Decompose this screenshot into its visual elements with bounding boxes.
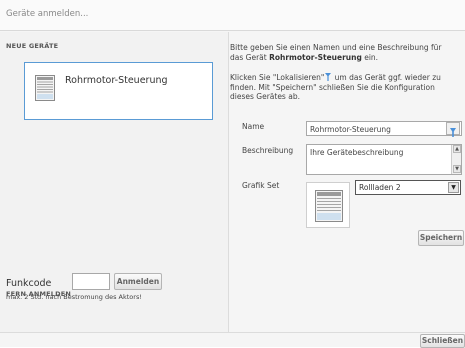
register-button[interactable]: Anmelden (114, 273, 162, 290)
new-devices-heading: NEUE GERÄTE (6, 42, 59, 50)
device-card[interactable]: Rohrmotor-Steuerung (24, 62, 213, 120)
radio-code-input[interactable] (72, 273, 110, 290)
remote-register-note: max. 2 Std. nach Bestromung des Aktors! (6, 293, 142, 301)
name-input[interactable]: Rohrmotor-Steuerung (306, 121, 462, 136)
new-devices-panel: NEUE GERÄTE Rohrmotor-Steuerung FERN ANM… (0, 32, 229, 332)
register-devices-dialog: Geräte anmelden... NEUE GERÄTE Rohrmotor… (0, 0, 465, 348)
description-label: Beschreibung (242, 146, 294, 155)
locate-icon (450, 128, 456, 137)
graphic-preview (306, 182, 350, 228)
locate-button[interactable] (446, 122, 460, 137)
graphic-set-select[interactable]: Rollladen 2 ▼ (355, 180, 461, 195)
scroll-down-icon[interactable]: ▼ (453, 165, 461, 173)
description-scrollbar[interactable]: ▲ ▼ (451, 145, 461, 174)
description-textarea[interactable]: Ihre Gerätebeschreibung (306, 144, 462, 175)
roller-shutter-icon (315, 190, 343, 222)
instruction-device-name: Rohrmotor-Steuerung (269, 52, 362, 62)
radio-code-label: Funkcode (6, 278, 52, 289)
name-label: Name (242, 122, 265, 131)
instruction-text-2: Klicken Sie "Lokalisieren" um das Gerät … (230, 73, 441, 101)
dialog-footer: Schließen (0, 332, 465, 348)
dialog-title: Geräte anmelden... (6, 9, 89, 19)
dialog-titlebar: Geräte anmelden... (0, 0, 465, 31)
chevron-down-icon[interactable]: ▼ (448, 182, 459, 193)
instruction-text-1: Bitte geben Sie einen Namen und eine Bes… (230, 43, 442, 62)
scroll-up-icon[interactable]: ▲ (453, 145, 461, 153)
device-label: Rohrmotor-Steuerung (65, 75, 168, 86)
save-button[interactable]: Speichern (418, 230, 464, 246)
close-button[interactable]: Schließen (420, 334, 465, 348)
locate-icon (325, 73, 332, 81)
device-config-panel: Bitte geben Sie einen Namen und eine Bes… (230, 32, 465, 332)
roller-shutter-icon (35, 75, 55, 101)
graphic-set-label: Grafik Set (242, 181, 280, 190)
